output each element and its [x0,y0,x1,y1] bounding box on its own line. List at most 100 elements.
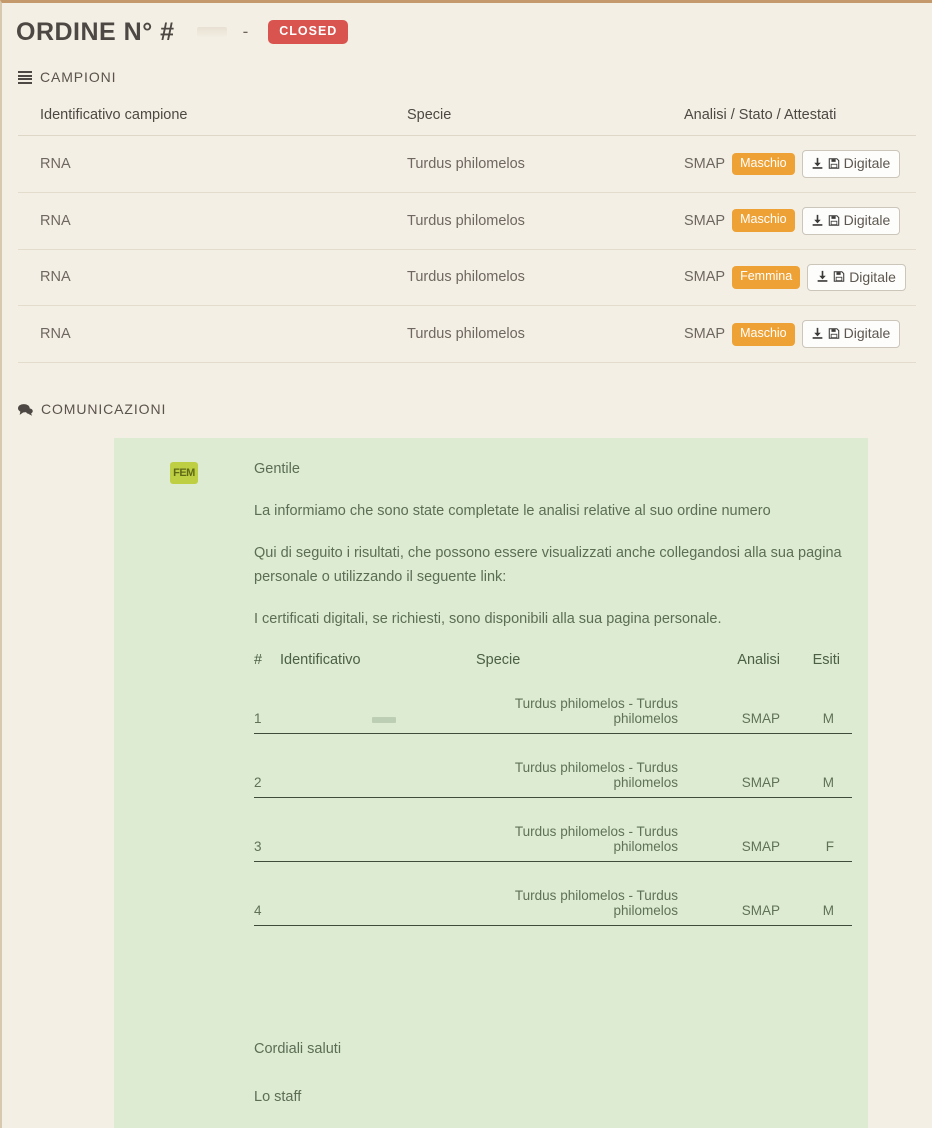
message-paragraph-2: Qui di seguito i risultati, che possono … [254,545,842,585]
save-floppy-icon [828,328,839,340]
cell-ident [280,817,476,862]
cell-ident [280,881,476,926]
cell-analisi: SMAP Femmina Digitale [662,249,916,307]
identificativo-redacted [372,716,396,723]
column-header-ident: Identificativo [280,651,361,668]
order-detail-page: ORDINE N° # - CLOSED CAMPIONI Identifica… [0,0,932,1128]
download-digitale-button[interactable]: Digitale [801,320,901,349]
results-table-body: 1 Turdus philomelos - Turdus philomelos … [254,689,852,926]
cell-analisi: SMAP [708,881,780,926]
table-row-spacer [254,733,852,754]
cell-specie: Turdus philomelos [385,249,662,307]
save-floppy-icon [833,271,845,283]
cell-num: 2 [254,753,280,798]
communication-message-card: FEM Gentile La informiamo che sono state… [114,438,868,1128]
cell-specie: Turdus philomelos - Turdus philomelos [476,753,708,798]
table-row-spacer [254,861,852,882]
download-digitale-button[interactable]: Digitale [801,206,901,235]
column-header-specie: Specie [385,101,662,136]
table-row: 3 Turdus philomelos - Turdus philomelos … [254,817,852,862]
cell-esito: F [780,817,852,862]
cell-analisi: SMAP Maschio Digitale [662,192,916,250]
column-header-analisi: Analisi / Stato / Attestati [662,101,916,136]
save-floppy-icon [828,214,839,226]
table-row: 1 Turdus philomelos - Turdus philomelos … [254,689,852,734]
cell-specie: Turdus philomelos - Turdus philomelos [476,689,708,734]
stato-badge: Maschio [732,209,795,233]
column-header-identificativo: Identificativo campione [18,101,385,136]
message-paragraph-1: La informiamo che sono state completate … [254,503,771,520]
cell-analisi: SMAP [708,817,780,862]
fem-logo-icon: FEM [170,462,198,485]
cell-esito: M [780,689,852,734]
message-greeting: Gentile [254,461,300,478]
closing-line-1: Cordiali saluti [254,1040,342,1057]
section-label-campioni: CAMPIONI [40,69,117,85]
cell-analisi: SMAP Maschio Digitale [662,135,916,193]
digitale-label: Digitale [843,211,891,228]
column-header-num: # [254,651,263,668]
page-title: ORDINE N° # [16,17,175,46]
table-row: RNA Turdus philomelos SMAP Femmina Digit… [18,249,916,307]
download-digitale-button[interactable]: Digitale [801,150,901,178]
table-row: 4 Turdus philomelos - Turdus philomelos … [254,881,852,926]
table-row: 2 Turdus philomelos - Turdus philomelos … [254,753,852,798]
cell-esito: M [780,881,852,926]
download-digitale-button[interactable]: Digitale [807,263,906,292]
table-row-spacer [254,797,852,818]
cell-num: 4 [254,881,280,926]
download-icon [812,214,823,226]
cell-ident [280,753,476,798]
table-row: RNA Turdus philomelos SMAP Maschio Digit… [18,192,916,250]
section-heading-campioni: CAMPIONI [2,69,932,85]
cell-analisi: SMAP Maschio Digitale [662,305,916,364]
analisi-label: SMAP [684,326,726,343]
stato-badge: Maschio [732,322,795,346]
cell-identificativo: RNA [18,249,385,307]
cell-identificativo: RNA [18,305,385,364]
download-icon [817,271,828,283]
save-floppy-icon [828,158,839,169]
cell-specie: Turdus philomelos - Turdus philomelos [476,817,708,862]
column-header-specie: Specie [476,651,521,668]
cell-specie: Turdus philomelos [385,305,662,364]
cell-identificativo: RNA [18,192,385,250]
section-heading-comunicazioni: COMUNICAZIONI [2,401,932,417]
table-row: RNA Turdus philomelos SMAP Maschio Digit… [18,135,916,193]
order-number-redacted [196,27,227,37]
cell-analisi: SMAP [708,753,780,798]
closing-line-2: Lo staff [254,1088,302,1105]
column-header-analisi: Analisi [737,651,780,668]
results-table-header-row: # Identificativo Specie Analisi Esiti [254,650,852,690]
cell-specie: Turdus philomelos - Turdus philomelos [476,881,708,926]
cell-ident [280,689,476,734]
title-separator: - [242,22,249,41]
order-header: ORDINE N° # - CLOSED [2,3,932,47]
cell-esito: M [780,753,852,798]
message-body: Gentile La informiamo che sono state com… [254,456,868,1128]
cell-analisi: SMAP [708,689,780,734]
analisi-label: SMAP [684,212,726,229]
digitale-label: Digitale [843,155,891,171]
digitale-label: Digitale [849,268,896,285]
column-header-esiti: Esiti [812,651,840,668]
analisi-label: SMAP [684,155,726,172]
cell-num: 1 [254,689,280,734]
stato-badge: Maschio [732,152,795,176]
samples-table: Identificativo campione Specie Analisi /… [18,101,916,364]
comments-icon [18,403,33,416]
message-logo-column: FEM [114,456,254,1128]
results-table: # Identificativo Specie Analisi Esiti 1 [254,650,852,926]
stato-badge: Femmina [732,266,801,289]
cell-specie: Turdus philomelos [385,192,662,250]
cell-num: 3 [254,817,280,862]
message-paragraph-3: I certificati digitali, se richiesti, so… [254,610,722,627]
message-signature: Cordiali saluti Lo staff FEM2 - AMBIENTE [254,1038,852,1128]
section-label-comunicazioni: COMUNICAZIONI [41,401,167,418]
samples-table-container: Identificativo campione Specie Analisi /… [2,101,932,364]
download-icon [812,328,823,340]
download-icon [812,157,823,169]
list-icon [18,71,32,84]
table-row: RNA Turdus philomelos SMAP Maschio Digit… [18,305,916,364]
analisi-label: SMAP [684,269,726,286]
